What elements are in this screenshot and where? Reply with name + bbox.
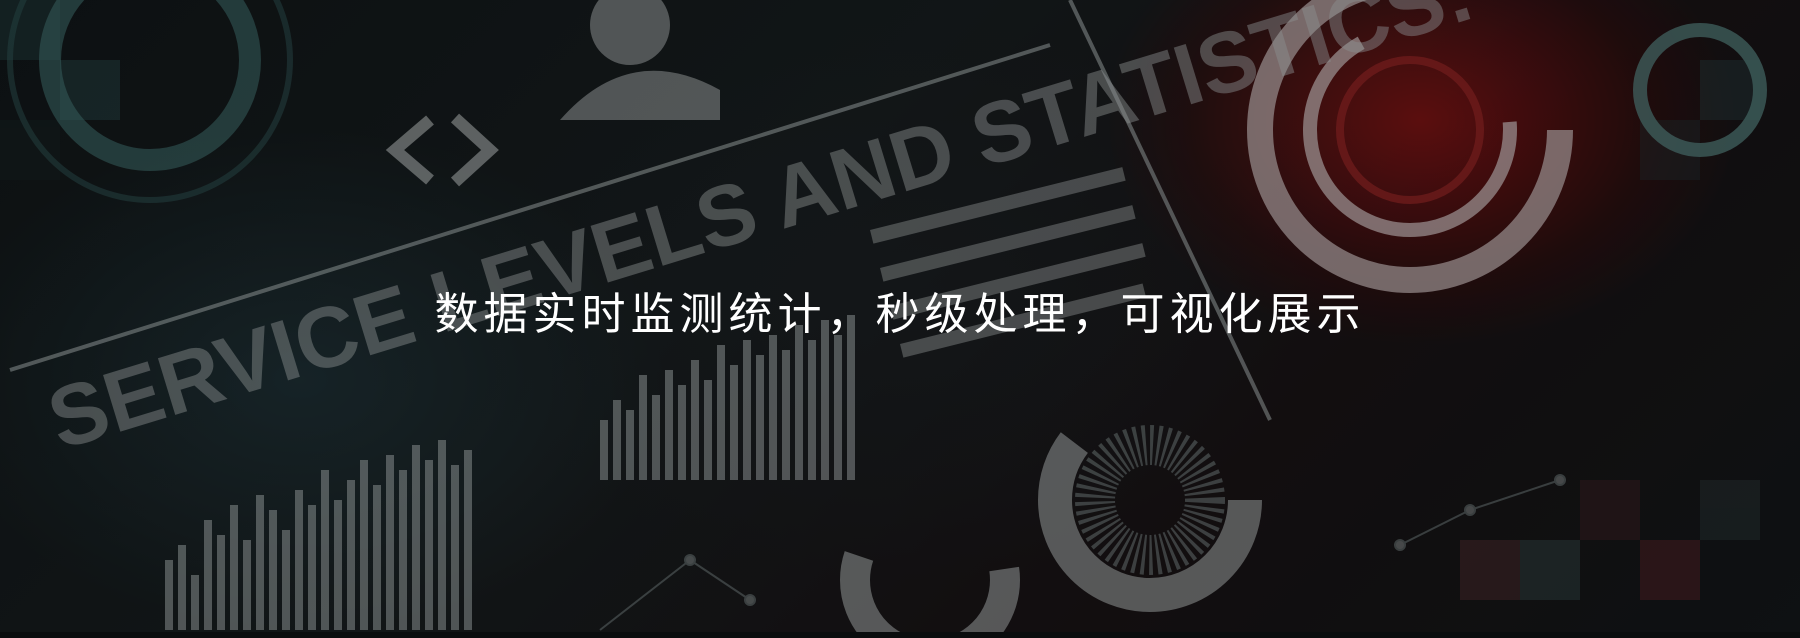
hero-banner: SERVICE LEVELS AND STATISTICS: 数据实时监测统计，…	[0, 0, 1800, 638]
bottom-edge	[0, 632, 1800, 638]
banner-headline: 数据实时监测统计，秒级处理，可视化展示	[434, 289, 1366, 340]
